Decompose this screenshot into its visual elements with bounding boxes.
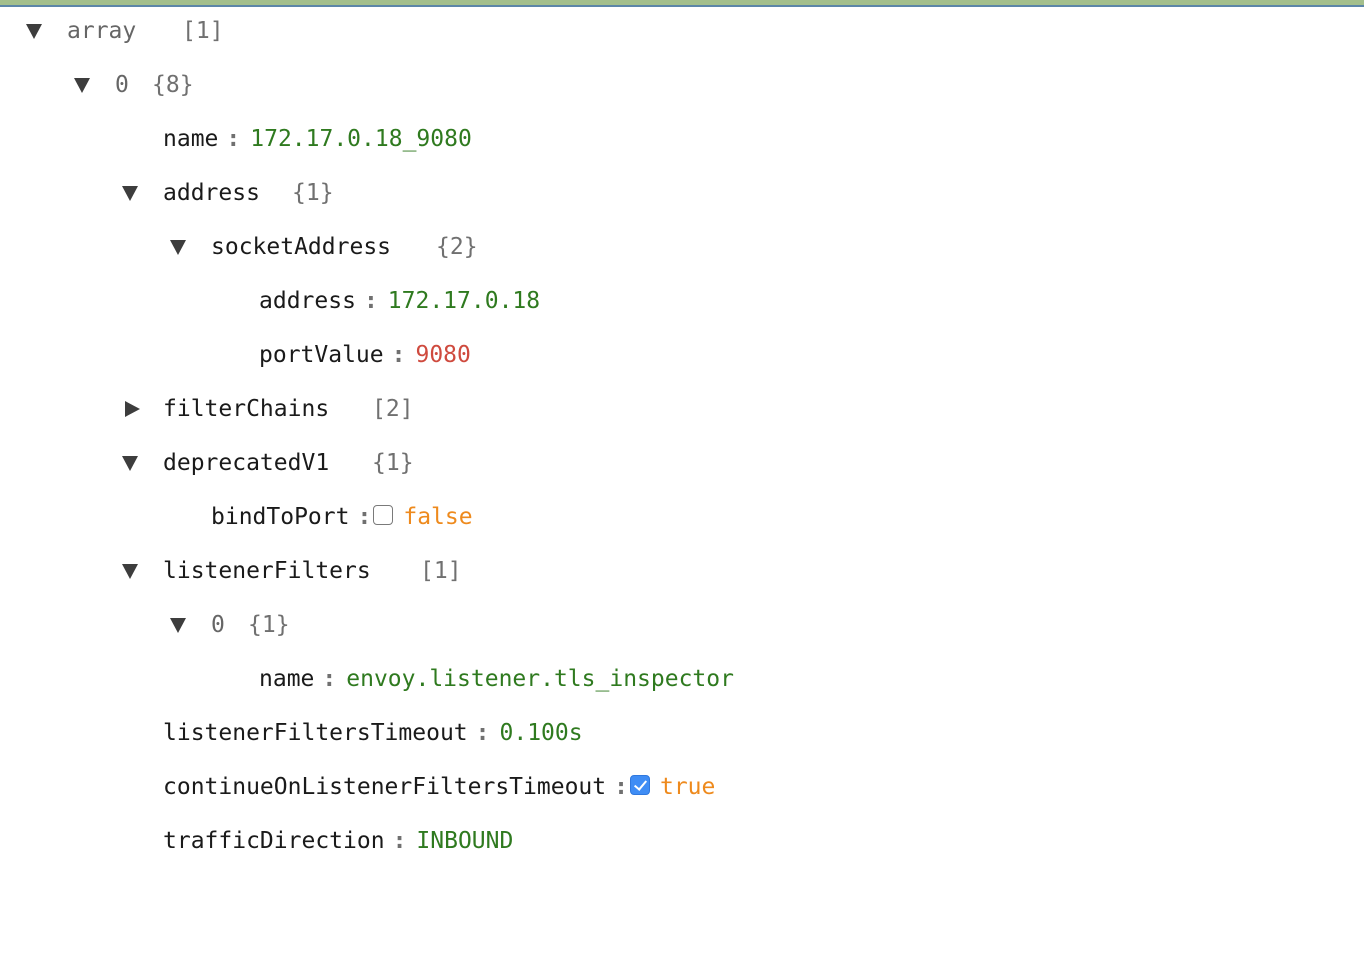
string-value[interactable]: 172.17.0.18_9080	[250, 126, 472, 152]
node-key: 0	[115, 72, 129, 98]
expand-toggle-icon[interactable]	[24, 21, 44, 41]
expand-toggle-icon[interactable]	[168, 237, 188, 257]
leaf-key: name	[259, 666, 315, 692]
top-accent-bar	[0, 0, 1364, 7]
node-count: [2]	[372, 396, 414, 422]
triangle-down-icon	[122, 185, 138, 201]
node-key: socketAddress	[211, 234, 392, 260]
key-value-separator: :	[392, 828, 407, 854]
string-value[interactable]: 172.17.0.18	[388, 288, 540, 314]
node-count: [1]	[420, 558, 462, 584]
boolean-value[interactable]: true	[660, 774, 715, 800]
node-key: address	[163, 180, 260, 206]
node-key: 0	[211, 612, 225, 638]
collapse-toggle-icon[interactable]	[122, 399, 142, 419]
key-value-separator: :	[391, 342, 406, 368]
leaf-key: address	[259, 288, 356, 314]
number-value[interactable]: 9080	[415, 342, 470, 368]
string-value[interactable]: INBOUND	[416, 828, 513, 854]
triangle-down-icon	[74, 77, 90, 93]
node-key: deprecatedV1	[163, 450, 330, 476]
triangle-down-icon	[122, 455, 138, 471]
leaf-key: portValue	[259, 342, 384, 368]
tree-leaf-port-value[interactable]: portValue : 9080	[259, 328, 471, 382]
leaf-key: continueOnListenerFiltersTimeout	[163, 774, 607, 800]
tree-leaf-continue-on-timeout[interactable]: continueOnListenerFiltersTimeout : true	[163, 760, 715, 814]
expand-toggle-icon[interactable]	[120, 183, 140, 203]
node-key: array	[67, 18, 137, 44]
boolean-checkbox[interactable]	[629, 775, 650, 795]
tree-leaf-socket-address[interactable]: address : 172.17.0.18	[259, 274, 540, 328]
node-count: {1}	[372, 450, 414, 476]
node-count: {1}	[292, 180, 334, 206]
triangle-down-icon	[26, 23, 42, 39]
node-key: listenerFilters	[163, 558, 371, 584]
leaf-key: bindToPort	[211, 504, 350, 530]
node-key: filterChains	[163, 396, 330, 422]
tree-leaf-name[interactable]: name : 172.17.0.18_9080	[163, 112, 472, 166]
leaf-key: trafficDirection	[163, 828, 385, 854]
expand-toggle-icon[interactable]	[120, 561, 140, 581]
string-value[interactable]: envoy.listener.tls_inspector	[346, 666, 734, 692]
key-value-separator: :	[363, 288, 378, 314]
tree-leaf-bind-to-port[interactable]: bindToPort : false	[211, 490, 473, 544]
key-value-separator: :	[357, 504, 372, 530]
string-value[interactable]: 0.100s	[500, 720, 583, 746]
key-value-separator: :	[475, 720, 490, 746]
expand-toggle-icon[interactable]	[120, 453, 140, 473]
node-count: [1]	[182, 18, 224, 44]
key-value-separator: :	[322, 666, 337, 692]
leaf-key: listenerFiltersTimeout	[163, 720, 468, 746]
key-value-separator: :	[226, 126, 241, 152]
boolean-value[interactable]: false	[403, 504, 472, 530]
boolean-checkbox[interactable]	[373, 505, 394, 525]
expand-toggle-icon[interactable]	[168, 615, 188, 635]
expand-toggle-icon[interactable]	[72, 75, 92, 95]
triangle-down-icon	[170, 617, 186, 633]
node-count: {2}	[436, 234, 478, 260]
leaf-key: name	[163, 126, 219, 152]
triangle-right-icon	[124, 401, 140, 417]
triangle-down-icon	[122, 563, 138, 579]
node-count: {8}	[152, 72, 194, 98]
tree-leaf-listener-filters-timeout[interactable]: listenerFiltersTimeout : 0.100s	[163, 706, 583, 760]
key-value-separator: :	[614, 774, 628, 800]
triangle-down-icon	[170, 239, 186, 255]
tree-leaf-traffic-direction[interactable]: trafficDirection : INBOUND	[163, 814, 513, 868]
node-count: {1}	[248, 612, 290, 638]
tree-leaf-listener-filter-name[interactable]: name : envoy.listener.tls_inspector	[259, 652, 734, 706]
